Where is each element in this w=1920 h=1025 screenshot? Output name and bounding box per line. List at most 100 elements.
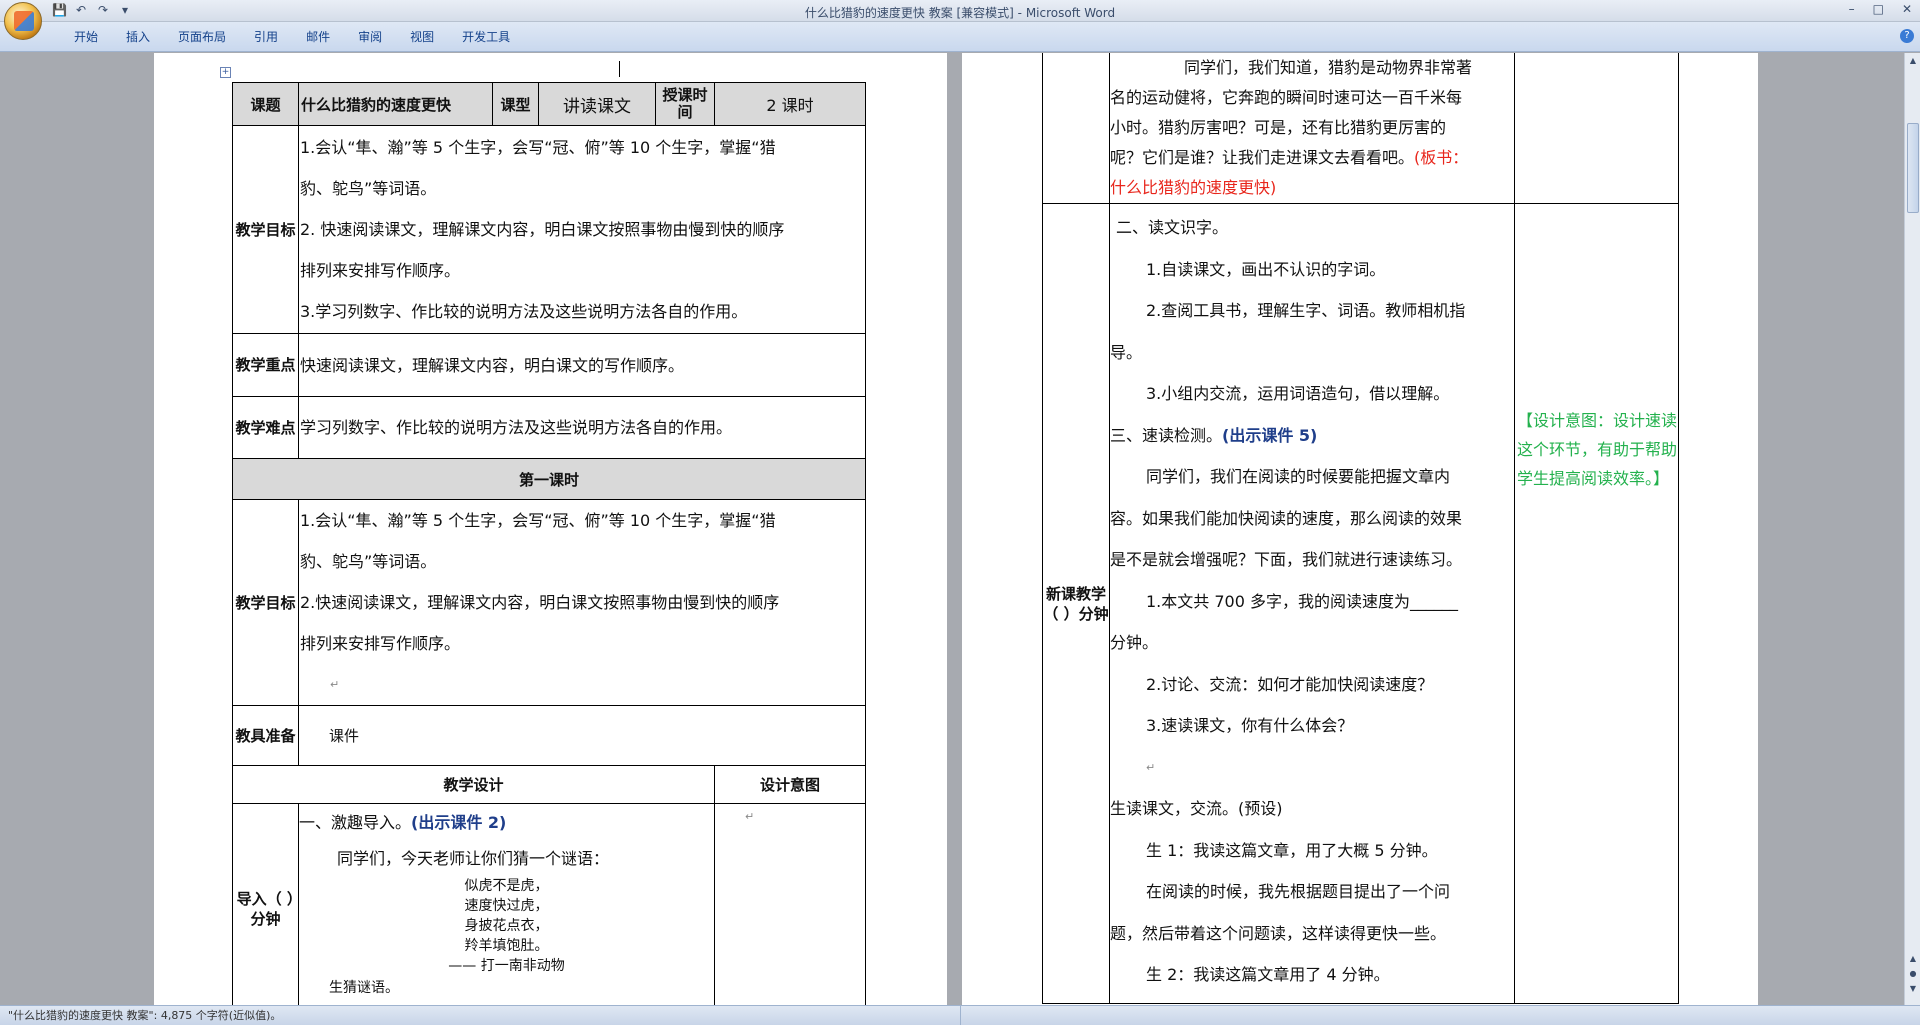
label-time: 授课时间	[655, 82, 715, 126]
section-3-title: 三、速读检测。	[1110, 425, 1223, 445]
intro-cell: 一、激趣导入。(出示课件 2) 同学们，今天老师让你们猜一个谜语： 似虎不是虎，…	[298, 803, 715, 1005]
paragraph-mark: ↵	[745, 810, 755, 823]
browse-object-icon[interactable]: ●	[1907, 968, 1919, 980]
question-3: 3.速读课文，你有什么体会？	[1146, 716, 1354, 735]
window-title: 什么比猎豹的速度更快 教案 [兼容模式] - Microsoft Word	[804, 6, 1116, 20]
section-2-item: 2.查阅工具书，理解生字、词语。教师相机指	[1146, 301, 1466, 320]
label-type: 课型	[492, 82, 539, 126]
topic-value: 什么比猎豹的速度更快	[298, 82, 493, 126]
title-bar: 什么比猎豹的速度更快 教案 [兼容模式] - Microsoft Word 💾 …	[0, 0, 1920, 22]
status-word-count[interactable]: "什么比猎豹的速度更快 教案": 4,875 个字符(近似值)。	[8, 1009, 281, 1022]
minimize-button[interactable]: –	[1849, 2, 1855, 16]
riddle-line: 似虎不是虎，	[464, 878, 549, 894]
help-icon[interactable]: ?	[1900, 29, 1914, 43]
status-divider	[960, 1006, 961, 1025]
document-workspace: + 课题 什么比猎豹的速度更快 课型 讲读课文 授课时间 2 课时 教学目标 1…	[0, 53, 1904, 1005]
label-difficulties: 教学难点	[232, 396, 299, 459]
tab-developer[interactable]: 开发工具	[448, 29, 524, 45]
next-page-icon[interactable]: ▼	[1907, 983, 1919, 995]
section-3-para: 同学们，我们在阅读的时候要能把握文章内	[1146, 467, 1451, 486]
label-goals: 教学目标	[232, 125, 299, 334]
intro-courseware-link: (出示课件 2)	[411, 813, 507, 832]
type-value: 讲读课文	[538, 82, 656, 126]
redo-icon[interactable]: ↷	[96, 3, 110, 17]
word-window: 什么比猎豹的速度更快 教案 [兼容模式] - Microsoft Word 💾 …	[0, 0, 1920, 1025]
goals-cell: 1.会认“隼、瀚”等 5 个生字，会写“冠、俯”等 10 个生字，掌握“猎 豹、…	[298, 125, 866, 334]
riddle-line: 身披花点衣，	[464, 918, 549, 934]
tab-page-layout[interactable]: 页面布局	[164, 29, 240, 45]
intro-cont-line: 同学们，我们知道，猎豹是动物界非常著	[1184, 58, 1473, 77]
section-2-item: 导。	[1110, 342, 1143, 362]
goals-cell-2: 1.会认“隼、瀚”等 5 个生字，会写“冠、俯”等 10 个生字，掌握“猎 豹、…	[298, 499, 866, 706]
tab-home[interactable]: 开始	[60, 29, 112, 45]
goals-line: 3.学习列数字、作比较的说明方法及这些说明方法各自的作用。	[300, 302, 748, 321]
tab-references[interactable]: 引用	[240, 29, 292, 45]
section-2-title: 二、读文识字。	[1116, 218, 1229, 237]
label-intro: 导入（ ）分钟	[232, 803, 299, 1005]
key-points: 快速阅读课文，理解课文内容，明白课文的写作顺序。	[298, 333, 866, 397]
board-note-title: 什么比猎豹的速度更快)	[1110, 178, 1277, 197]
section-3-para: 是不是就会增强呢？下面，我们就进行速读练习。	[1110, 550, 1463, 569]
close-button[interactable]: ✕	[1902, 2, 1912, 16]
office-logo-icon	[14, 11, 34, 31]
tab-view[interactable]: 视图	[396, 29, 448, 45]
time-value: 2 课时	[714, 82, 866, 126]
new-lesson-intent-cell: 【设计意图：设计速读这个环节，有助于帮助学生提高阅读效率。】	[1514, 203, 1679, 1004]
riddle: 似虎不是虎， 速度快过虎， 身披花点衣， 羚羊填饱肚。 —— 打一南非动物	[300, 876, 714, 976]
status-bar: "什么比猎豹的速度更快 教案": 4,875 个字符(近似值)。	[0, 1005, 1920, 1025]
intro-label-cont	[1042, 53, 1110, 204]
intro-text: 同学们，今天老师让你们猜一个谜语：	[337, 849, 610, 868]
intro-title: 一、激趣导入。	[299, 813, 412, 832]
scroll-up-icon[interactable]: ▲	[1907, 55, 1919, 67]
intro-cont-line: 名的运动健将，它奔跑的瞬间时速可达一百千米每	[1110, 88, 1463, 107]
student-1-detail: 在阅读的时候，我先根据题目提出了一个问	[1146, 882, 1451, 901]
goals-line: 豹、鸵鸟”等词语。	[300, 552, 437, 571]
new-lesson-cell: 二、读文识字。 1.自读课文，画出不认识的字词。 2.查阅工具书，理解生字、词语…	[1109, 203, 1515, 1004]
maximize-button[interactable]: □	[1873, 2, 1884, 16]
goals-line: 排列来安排写作顺序。	[300, 261, 461, 280]
document-page-1: + 课题 什么比猎豹的速度更快 课型 讲读课文 授课时间 2 课时 教学目标 1…	[154, 53, 947, 1005]
paragraph-mark: ↵	[1146, 760, 1156, 774]
prev-page-icon[interactable]: ▲	[1907, 953, 1919, 965]
text-cursor	[619, 61, 620, 77]
riddle-hint: —— 打一南非动物	[448, 958, 565, 974]
scroll-thumb[interactable]	[1907, 123, 1919, 213]
vertical-scrollbar[interactable]: ▲ ▲ ● ▼	[1904, 53, 1920, 1005]
label-topic: 课题	[232, 82, 299, 126]
intro-intent-cont	[1514, 53, 1679, 204]
window-controls: – □ ✕	[1849, 2, 1912, 16]
student-1-answer: 生 1：我读这篇文章，用了大概 5 分钟。	[1146, 840, 1438, 860]
goals-line: 2. 快速阅读课文，理解课文内容，明白课文按照事物由慢到快的顺序	[300, 220, 785, 239]
riddle-line: 速度快过虎，	[464, 898, 549, 914]
intro-cont-line: 呢？它们是谁？让我们走进课文去看看吧。	[1110, 148, 1415, 167]
paragraph-mark: ↵	[330, 678, 340, 691]
customize-qat-icon[interactable]: ▾	[118, 3, 132, 17]
goals-line: 豹、鸵鸟”等词语。	[300, 179, 437, 198]
question-1: 1.本文共 700 多字，我的阅读速度为______	[1146, 591, 1458, 611]
undo-icon[interactable]: ↶	[74, 3, 88, 17]
difficulties: 学习列数字、作比较的说明方法及这些说明方法各自的作用。	[298, 396, 866, 459]
label-intent: 设计意图	[714, 765, 866, 804]
ribbon: 开始 插入 页面布局 引用 邮件 审阅 视图 开发工具 ?	[0, 22, 1920, 52]
preset-answers: 生读课文，交流。(预设)	[1110, 799, 1283, 818]
intro-cont-cell: 同学们，我们知道，猎豹是动物界非常著 名的运动健将，它奔跑的瞬间时速可达一百千米…	[1109, 53, 1515, 204]
office-button[interactable]	[4, 2, 42, 40]
label-key-points: 教学重点	[232, 333, 299, 397]
table-move-handle[interactable]: +	[220, 67, 231, 78]
tab-insert[interactable]: 插入	[112, 29, 164, 45]
goals-line: 2.快速阅读课文，理解课文内容，明白课文按照事物由慢到快的顺序	[300, 593, 780, 612]
document-page-2: 同学们，我们知道，猎豹是动物界非常著 名的运动健将，它奔跑的瞬间时速可达一百千米…	[962, 53, 1758, 1005]
goals-line: 1.会认“隼、瀚”等 5 个生字，会写“冠、俯”等 10 个生字，掌握“猎	[300, 138, 776, 157]
section-3-courseware-link: (出示课件 5)	[1222, 425, 1318, 445]
board-note: (板书：	[1414, 148, 1469, 167]
section-2-item: 1.自读课文，画出不认识的字词。	[1146, 259, 1386, 279]
goals-line: 排列来安排写作顺序。	[300, 634, 461, 653]
tab-mailings[interactable]: 邮件	[292, 29, 344, 45]
riddle-line: 羚羊填饱肚。	[464, 938, 549, 954]
guess-text: 生猜谜语。	[329, 980, 399, 996]
tab-review[interactable]: 审阅	[344, 29, 396, 45]
save-icon[interactable]: 💾	[52, 3, 67, 17]
label-new-lesson: 新课教学（ ）分钟	[1042, 203, 1110, 1004]
label-tools: 教具准备	[232, 705, 299, 766]
question-2: 2.讨论、交流：如何才能加快阅读速度？	[1146, 674, 1434, 694]
